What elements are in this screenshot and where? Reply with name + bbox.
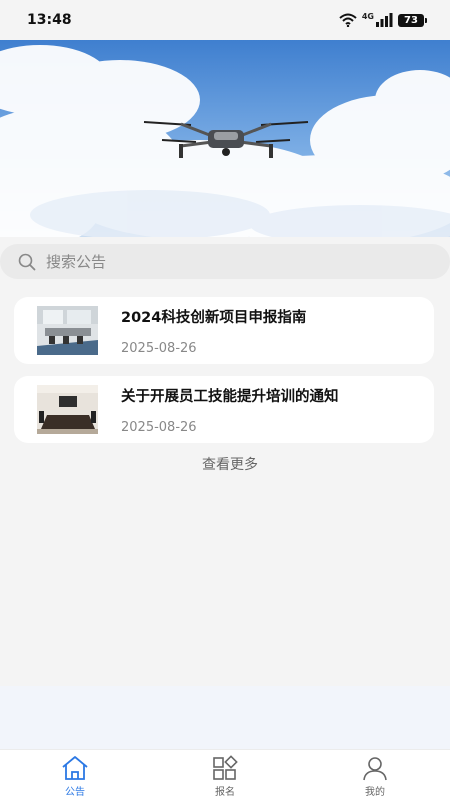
tab-label: 报名 (215, 787, 235, 798)
notice-title: 2024科技创新项目申报指南 (121, 310, 307, 326)
status-icons: 4G 73 (339, 11, 427, 27)
office-room-image (37, 306, 98, 355)
notice-title: 关于开展员工技能提升培训的通知 (121, 389, 339, 405)
notice-date: 2025-08-26 (121, 341, 197, 356)
home-icon (62, 756, 88, 780)
tab-label: 我的 (365, 787, 385, 798)
bottom-spacer (0, 686, 450, 750)
battery-indicator: 73 (398, 13, 427, 27)
signal-icon (376, 13, 393, 27)
search-input[interactable]: 搜索公告 (0, 244, 450, 279)
status-bar: 13:48 4G 73 (0, 0, 450, 40)
search-placeholder: 搜索公告 (46, 253, 107, 271)
tab-registration[interactable]: 报名 (150, 750, 300, 800)
view-more-link[interactable]: 查看更多 (0, 454, 450, 474)
search-icon (18, 253, 36, 270)
wifi-icon (339, 13, 357, 27)
notice-thumbnail (37, 385, 98, 434)
status-time: 13:48 (27, 12, 72, 28)
tab-label: 公告 (65, 787, 85, 798)
tab-announcements[interactable]: 公告 (0, 750, 150, 800)
grid-icon (213, 755, 238, 780)
drone-sky-illustration (0, 40, 450, 237)
bottom-tab-bar: 公告 报名 我的 (0, 749, 450, 800)
notice-card[interactable]: 2024科技创新项目申报指南 2025-08-26 (14, 297, 434, 364)
tab-mine[interactable]: 我的 (300, 750, 450, 800)
notice-card[interactable]: 关于开展员工技能提升培训的通知 2025-08-26 (14, 376, 434, 443)
notice-thumbnail (37, 306, 98, 355)
network-type: 4G (361, 11, 374, 21)
meeting-room-image (37, 385, 98, 434)
notice-date: 2025-08-26 (121, 420, 197, 435)
banner-image[interactable] (0, 40, 450, 237)
person-icon (363, 757, 387, 781)
